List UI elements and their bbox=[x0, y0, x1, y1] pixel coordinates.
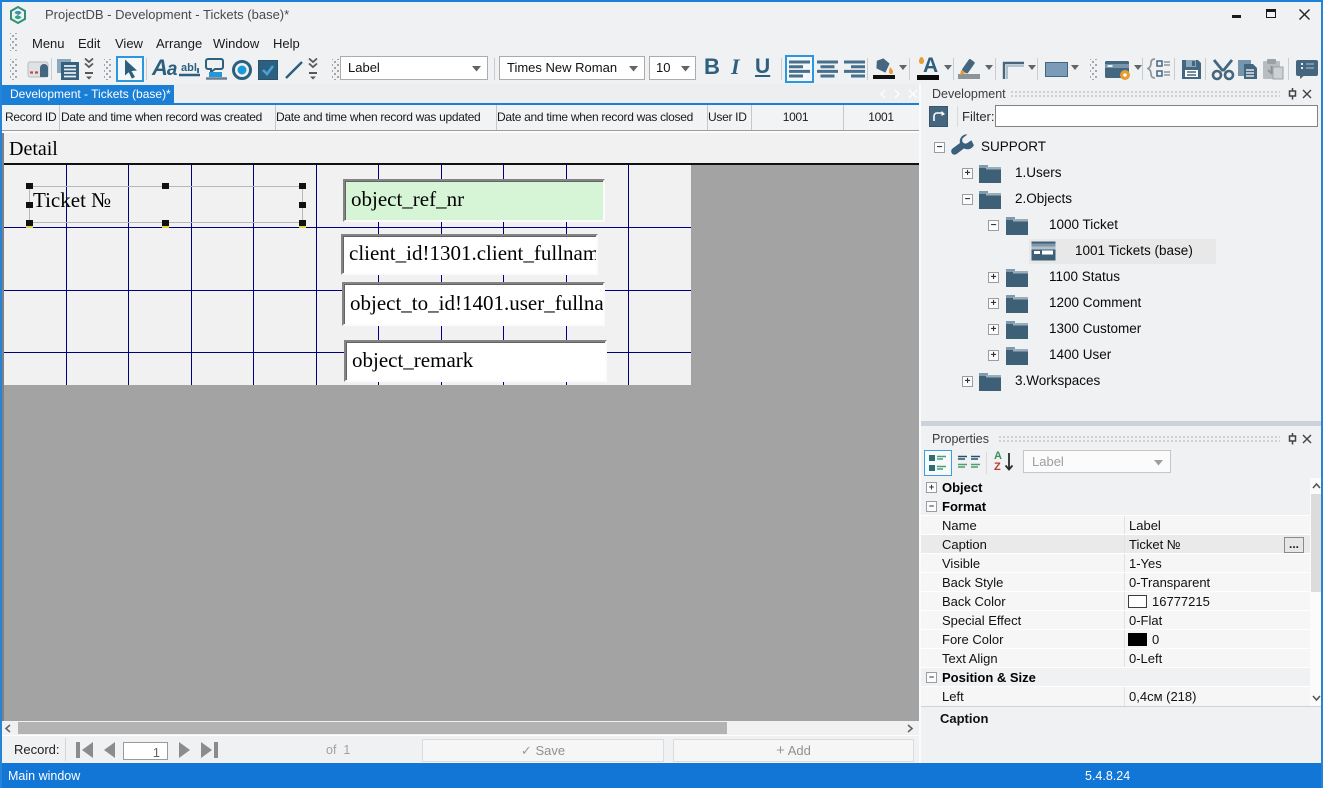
svg-text:abl: abl bbox=[181, 62, 197, 74]
